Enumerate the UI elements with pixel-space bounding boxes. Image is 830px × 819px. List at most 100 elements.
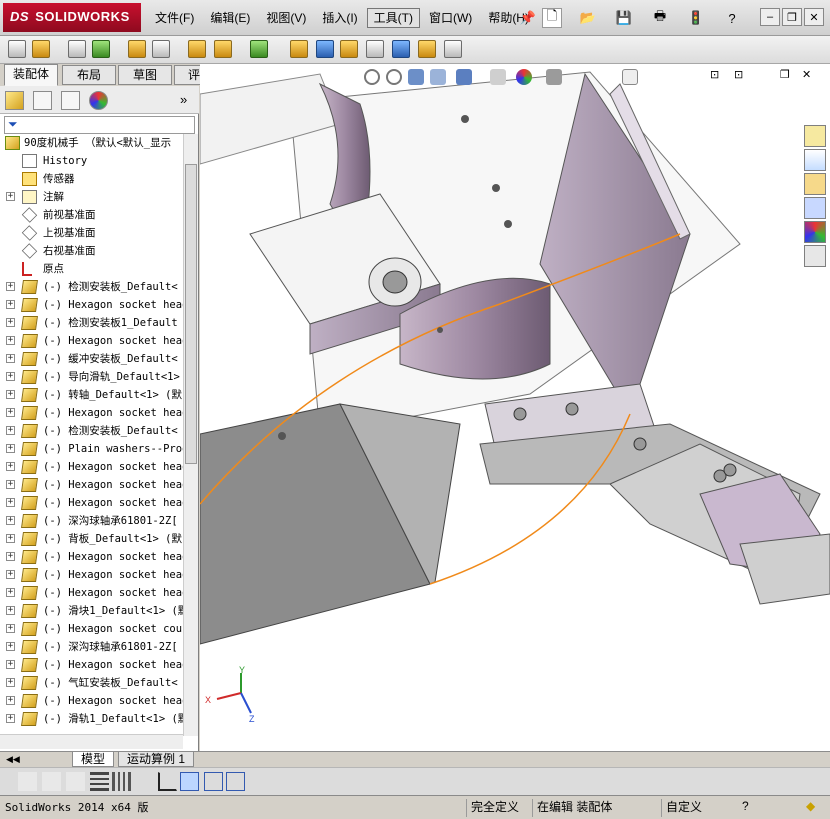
- tab-0[interactable]: 装配体: [4, 64, 58, 86]
- custom-properties-icon[interactable]: [804, 245, 826, 267]
- expand-icon[interactable]: +: [6, 318, 15, 327]
- expand-icon[interactable]: +: [6, 498, 15, 507]
- new-document-icon[interactable]: 🗋: [542, 8, 562, 28]
- help-icon[interactable]: ?: [722, 8, 742, 28]
- expand-icon[interactable]: +: [6, 534, 15, 543]
- tree-item[interactable]: + (-) Hexagon socket head: [0, 584, 183, 602]
- restore-icon[interactable]: ❐: [782, 8, 802, 26]
- tree-root[interactable]: 90度机械手 （默认<默认_显示: [0, 134, 183, 152]
- window-tile-icon[interactable]: [204, 772, 223, 791]
- mate-icon[interactable]: [68, 40, 86, 58]
- menu-item-4[interactable]: 工具(T): [366, 8, 420, 28]
- tree-item[interactable]: + (-) 检测安装板_Default<: [0, 278, 183, 296]
- tree-item[interactable]: + (-) Plain washers--Prod: [0, 440, 183, 458]
- tree-item[interactable]: + (-) Hexagon socket head: [0, 332, 183, 350]
- menu-item-3[interactable]: 插入(I): [315, 8, 364, 28]
- tab-motion-study[interactable]: 运动算例 1: [118, 752, 195, 767]
- tree-horizontal-scrollbar[interactable]: [0, 734, 183, 749]
- expand-icon[interactable]: +: [6, 408, 15, 417]
- view-tool-3-icon[interactable]: [66, 772, 85, 791]
- print-icon[interactable]: 🖶: [650, 8, 670, 28]
- expand-icon[interactable]: +: [6, 426, 15, 435]
- assembly-features-icon[interactable]: [214, 40, 232, 58]
- expand-icon[interactable]: +: [6, 552, 15, 561]
- new-motion-study-icon[interactable]: [290, 40, 308, 58]
- expand-icon[interactable]: +: [6, 354, 15, 363]
- tree-item[interactable]: + (-) Hexagon socket head: [0, 494, 183, 512]
- tree-item[interactable]: + (-) 转轴_Default<1> (默: [0, 386, 183, 404]
- tree-vertical-scrollbar[interactable]: [183, 134, 198, 736]
- tree-item[interactable]: 前视基准面: [0, 206, 183, 224]
- tree-item[interactable]: + (-) 检测安装板1_Default: [0, 314, 183, 332]
- tree-item[interactable]: + (-) Hexagon socket head: [0, 656, 183, 674]
- expand-icon[interactable]: +: [6, 678, 15, 687]
- expand-icon[interactable]: +: [6, 642, 15, 651]
- list-icon[interactable]: [90, 772, 109, 791]
- tree-item[interactable]: + (-) 滑轨1_Default<1> (默: [0, 710, 183, 728]
- tree-item[interactable]: + (-) 检测安装板_Default<: [0, 422, 183, 440]
- tab-1[interactable]: 布局: [62, 65, 116, 85]
- save-icon[interactable]: 💾: [614, 8, 634, 28]
- expand-icon[interactable]: +: [6, 444, 15, 453]
- expand-icon[interactable]: +: [6, 480, 15, 489]
- tree-item[interactable]: + (-) 深沟球轴承61801-2Z[: [0, 638, 183, 656]
- expand-icon[interactable]: +: [6, 462, 15, 471]
- menu-item-0[interactable]: 文件(F): [148, 8, 201, 28]
- expand-icon[interactable]: +: [6, 390, 15, 399]
- status-units[interactable]: 自定义: [661, 799, 706, 817]
- tree-item[interactable]: + (-) Hexagon socket head: [0, 458, 183, 476]
- expand-icon[interactable]: +: [6, 192, 15, 201]
- property-manager-tab-icon[interactable]: [33, 91, 52, 110]
- tree-item[interactable]: + (-) Hexagon socket head: [0, 404, 183, 422]
- open-folder-icon[interactable]: 📂: [578, 8, 598, 28]
- tree-item[interactable]: 上视基准面: [0, 224, 183, 242]
- graphics-area[interactable]: [200, 64, 830, 752]
- filter-field[interactable]: ⏷: [4, 116, 195, 134]
- minimize-icon[interactable]: ‒: [760, 8, 780, 26]
- expand-icon[interactable]: +: [6, 336, 15, 345]
- tree-item[interactable]: + 注解: [0, 188, 183, 206]
- menu-item-5[interactable]: 窗口(W): [422, 8, 479, 28]
- explode-line-sketch-icon[interactable]: [366, 40, 384, 58]
- expand-icon[interactable]: +: [6, 696, 15, 705]
- expand-icon[interactable]: +: [6, 660, 15, 669]
- expand-icon[interactable]: +: [6, 606, 15, 615]
- tree-item[interactable]: 右视基准面: [0, 242, 183, 260]
- previous-view-icon[interactable]: [408, 69, 424, 85]
- shaded-view-icon[interactable]: [180, 772, 199, 791]
- show-hidden-icon[interactable]: [188, 40, 206, 58]
- smart-fasteners-icon[interactable]: [128, 40, 146, 58]
- menu-item-2[interactable]: 视图(V): [259, 8, 313, 28]
- window-split-icon[interactable]: [226, 772, 245, 791]
- expand-icon[interactable]: +: [6, 516, 15, 525]
- view-tool-1-icon[interactable]: [18, 772, 37, 791]
- expand-icon[interactable]: +: [6, 588, 15, 597]
- zoom-to-area-icon[interactable]: [386, 69, 402, 85]
- display-manager-tab-icon[interactable]: [89, 91, 108, 110]
- clearance-verification-icon[interactable]: [418, 40, 436, 58]
- tree-item[interactable]: + (-) Hexagon socket head: [0, 692, 183, 710]
- close-icon[interactable]: ✕: [804, 8, 824, 26]
- section-view-icon[interactable]: [430, 69, 446, 85]
- appearances-icon[interactable]: [804, 221, 826, 243]
- status-rebuild-icon[interactable]: ◆: [806, 799, 815, 813]
- viewport-maximize-icon[interactable]: ❐: [780, 68, 790, 81]
- chart-icon[interactable]: [158, 772, 177, 791]
- scroll-thumb[interactable]: [185, 164, 197, 464]
- tree-item[interactable]: + (-) Hexagon socket head: [0, 548, 183, 566]
- status-help-icon[interactable]: ?: [742, 799, 749, 813]
- configuration-manager-tab-icon[interactable]: [61, 91, 80, 110]
- interference-detection-icon[interactable]: [392, 40, 410, 58]
- file-explorer-icon[interactable]: [804, 173, 826, 195]
- scene-icon[interactable]: [546, 69, 562, 85]
- instant3d-icon[interactable]: [444, 40, 462, 58]
- tree-item[interactable]: 原点: [0, 260, 183, 278]
- new-part-icon[interactable]: [32, 40, 50, 58]
- expand-icon[interactable]: +: [6, 714, 15, 723]
- expand-icon[interactable]: +: [6, 372, 15, 381]
- appearance-icon[interactable]: [516, 69, 532, 85]
- expand-icon[interactable]: +: [6, 570, 15, 579]
- tree-item[interactable]: 传感器: [0, 170, 183, 188]
- solidworks-logo[interactable]: DS SOLIDWORKS: [3, 3, 141, 32]
- tree-item[interactable]: + (-) Hexagon socket head: [0, 566, 183, 584]
